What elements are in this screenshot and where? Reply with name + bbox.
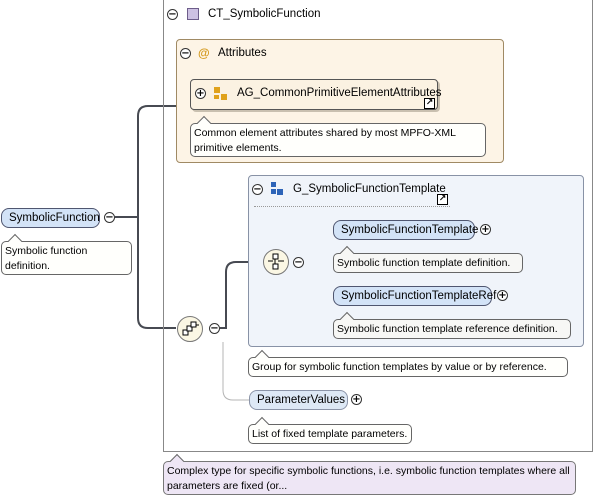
element-annotation: Symbolic function template reference def… — [333, 319, 571, 339]
attributes-collapse-button[interactable]: − — [180, 48, 191, 59]
attribute-group-annotation-text: Common element attributes shared by most… — [194, 127, 456, 154]
complex-type-annotation: Complex type for specific symbolic funct… — [163, 461, 576, 495]
element-label: SymbolicFunctionTemplate — [341, 224, 479, 236]
root-element-symbolic-function[interactable]: SymbolicFunction — [1, 208, 100, 228]
expand-button[interactable]: + — [480, 224, 491, 235]
expand-button[interactable]: + — [351, 394, 362, 405]
external-link-icon[interactable]: ↗ — [424, 98, 435, 109]
at-icon: @ — [198, 46, 210, 60]
group-annotation-text: Group for symbolic function templates by… — [252, 361, 547, 373]
element-annotation-text: Symbolic function template definition. — [337, 257, 511, 269]
complex-type-title: CT_SymbolicFunction — [208, 8, 321, 20]
ct-collapse-button[interactable]: − — [167, 9, 178, 20]
group-title-underline — [254, 206, 450, 207]
complex-type-annotation-text: Complex type for specific symbolic funct… — [167, 465, 570, 492]
choice-collapse-button[interactable]: − — [293, 257, 304, 268]
sequence-collapse-button[interactable]: − — [209, 323, 220, 334]
group-annotation: Group for symbolic function templates by… — [248, 357, 568, 377]
element-symbolic-function-template-ref[interactable]: SymbolicFunctionTemplateRef — [333, 286, 496, 306]
element-annotation: Symbolic function template definition. — [333, 253, 523, 273]
root-annotation: Symbolic function definition. — [1, 241, 132, 275]
group-title: G_SymbolicFunctionTemplate — [293, 183, 446, 195]
expand-button[interactable]: + — [497, 290, 508, 301]
group-external-link-icon[interactable]: ↗ — [437, 194, 448, 205]
element-symbolic-function-template[interactable]: SymbolicFunctionTemplate — [333, 220, 479, 240]
attribute-group-annotation: Common element attributes shared by most… — [190, 123, 486, 157]
attributes-title: Attributes — [218, 47, 267, 59]
sequence-compositor-icon[interactable] — [177, 316, 203, 342]
root-collapse-button[interactable]: − — [104, 212, 115, 223]
group-collapse-button[interactable]: − — [252, 184, 263, 195]
attribute-group-label: AG_CommonPrimitiveElementAttributes — [237, 87, 442, 99]
root-element-label: SymbolicFunction — [9, 212, 100, 224]
choice-compositor-icon[interactable] — [263, 249, 289, 275]
root-annotation-text: Symbolic function definition. — [5, 245, 88, 272]
attr-group-expand-button[interactable]: + — [195, 88, 206, 99]
complex-type-icon — [187, 8, 199, 20]
parameter-values-annotation-text: List of fixed template parameters. — [252, 428, 408, 440]
element-label: SymbolicFunctionTemplateRef — [341, 290, 497, 302]
element-parameter-values[interactable]: ParameterValues — [249, 390, 348, 410]
element-annotation-text: Symbolic function template reference def… — [337, 323, 558, 335]
element-label: ParameterValues — [257, 394, 345, 406]
attribute-group-icon — [214, 87, 228, 101]
group-icon — [271, 182, 285, 196]
parameter-values-annotation: List of fixed template parameters. — [248, 424, 412, 444]
